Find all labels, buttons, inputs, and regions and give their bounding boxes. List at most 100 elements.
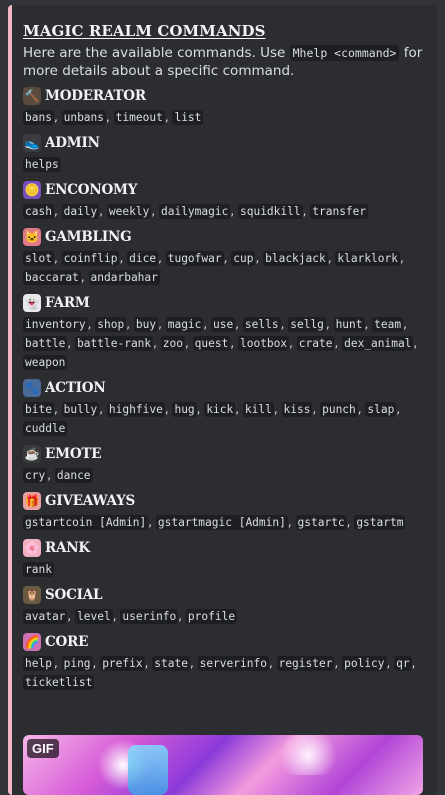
command-chip[interactable]: punch (320, 402, 358, 417)
command-chip[interactable]: baccarat (23, 270, 81, 285)
command-chip[interactable]: weapon (23, 355, 68, 370)
command-chip[interactable]: hunt (333, 317, 365, 332)
separator: , (334, 336, 343, 350)
command-chip[interactable]: bans (23, 110, 54, 125)
separator: , (400, 251, 404, 265)
command-chip[interactable]: battle-rank (75, 336, 154, 351)
command-chip[interactable]: coinflip (61, 251, 120, 266)
command-chip[interactable]: zoo (160, 336, 186, 351)
command-chip[interactable]: magic (165, 317, 204, 332)
command-chip[interactable]: quest (192, 336, 231, 351)
gif-sparkle (273, 735, 343, 775)
command-chip[interactable]: ping (61, 656, 93, 671)
command-chip[interactable]: bite (23, 402, 54, 417)
section-heading: 👟 ADMIN (23, 132, 427, 154)
command-chip[interactable]: prefix (100, 656, 145, 671)
separator: , (178, 609, 186, 623)
command-chip[interactable]: serverinfo (197, 656, 269, 671)
embed-accent-bar (8, 5, 12, 795)
section-heading: 🔨 MODERATOR (23, 85, 427, 107)
command-chip[interactable]: bully (61, 402, 100, 417)
command-chip[interactable]: state (152, 656, 190, 671)
section-action: 🐾 ACTION bite, bully, highfive, hug, kick,… (23, 377, 427, 438)
command-chip[interactable]: inventory (23, 317, 88, 332)
command-chip[interactable]: ticketlist (23, 675, 95, 690)
command-chip[interactable]: sells (242, 317, 281, 332)
command-chip[interactable]: weekly (106, 204, 152, 219)
command-chip[interactable]: sellg (288, 317, 326, 332)
cup-icon: ☕ (23, 445, 41, 463)
command-chip[interactable]: team (372, 317, 404, 332)
separator: , (53, 204, 62, 218)
command-chip[interactable]: buy (133, 317, 159, 332)
command-chip[interactable]: blackjack (263, 251, 328, 266)
section-title: ACTION (45, 380, 106, 396)
command-chip[interactable]: dance (54, 468, 93, 483)
command-chip[interactable]: gstartc (295, 515, 347, 530)
command-chip[interactable]: gstartmagic [Admin] (155, 515, 288, 530)
description-code: Mhelp <command> (289, 45, 400, 61)
command-chip[interactable]: qr (394, 656, 412, 671)
section-giveaways: 🎁 GIVEAWAYS gstartcoin [Admin], gstartmagi… (23, 490, 427, 532)
embed-gif-image[interactable]: GIF (23, 735, 423, 795)
separator: , (67, 336, 76, 350)
command-chip[interactable]: profile (185, 609, 238, 624)
command-chip[interactable]: gstartcoin [Admin] (23, 515, 149, 530)
separator: , (325, 317, 334, 331)
command-chip[interactable]: helps (23, 157, 61, 172)
command-chip[interactable]: avatar (23, 609, 68, 624)
separator: , (158, 251, 166, 265)
command-chip[interactable]: level (75, 609, 113, 624)
command-chip[interactable]: andarbahar (88, 270, 160, 285)
command-list: bite, bully, highfive, hug, kick, kill, … (23, 400, 427, 438)
command-chip[interactable]: unbans (61, 110, 107, 125)
separator: , (203, 317, 212, 331)
command-chip[interactable]: crate (296, 336, 335, 351)
command-list: rank (23, 560, 427, 579)
section-enconomy: 🪙 ENCONOMY cash, daily, weekly, dailymagic… (23, 179, 427, 221)
command-chip[interactable]: klarklork (335, 251, 400, 266)
command-chip[interactable]: list (172, 110, 204, 125)
command-chip[interactable]: dailymagic (158, 204, 231, 219)
section-heading: 🎁 GIVEAWAYS (23, 490, 427, 512)
command-chip[interactable]: rank (23, 562, 54, 577)
command-chip[interactable]: tugofwar (165, 251, 224, 266)
command-chip[interactable]: userinfo (120, 609, 179, 624)
section-heading: 👻 FARM (23, 292, 427, 314)
command-chip[interactable]: battle (23, 336, 68, 351)
separator: , (273, 402, 282, 416)
coin-icon: 🪙 (23, 181, 41, 199)
command-chip[interactable]: use (211, 317, 236, 332)
command-chip[interactable]: help (23, 656, 54, 671)
command-chip[interactable]: cry (23, 468, 48, 483)
command-chip[interactable]: cash (23, 204, 54, 219)
command-chip[interactable]: kill (242, 402, 274, 417)
command-chip[interactable]: hug (172, 402, 197, 417)
command-chip[interactable]: kick (204, 402, 236, 417)
command-chip[interactable]: slap (365, 402, 397, 417)
command-chip[interactable]: lootbox (237, 336, 290, 351)
command-chip[interactable]: timeout (113, 110, 165, 125)
gavel-icon: 🔨 (23, 87, 41, 105)
command-chip[interactable]: daily (61, 204, 100, 219)
command-chip[interactable]: shop (95, 317, 127, 332)
command-chip[interactable]: transfer (310, 204, 369, 219)
separator: , (411, 656, 416, 670)
section-title: FARM (45, 295, 90, 311)
shoe-icon: 👟 (23, 134, 41, 152)
command-chip[interactable]: cup (231, 251, 256, 266)
command-chip[interactable]: dex_animal (342, 336, 414, 351)
command-chip[interactable]: highfive (106, 402, 165, 417)
command-chip[interactable]: policy (342, 656, 387, 671)
gift-icon: 🎁 (23, 492, 41, 510)
command-chip[interactable]: gstartm (354, 515, 406, 530)
command-chip[interactable]: kiss (281, 402, 313, 417)
description-text: Here are the available commands. Use (23, 45, 290, 61)
command-chip[interactable]: slot (23, 251, 54, 266)
command-chip[interactable]: cuddle (23, 421, 68, 436)
command-chip[interactable]: squidkill (237, 204, 303, 219)
help-embed: MAGIC REALM COMMANDS Here are the availa… (8, 5, 437, 795)
command-chip[interactable]: register (276, 656, 335, 671)
section-heading: ☕ EMOTE (23, 443, 427, 465)
command-chip[interactable]: dice (127, 251, 159, 266)
